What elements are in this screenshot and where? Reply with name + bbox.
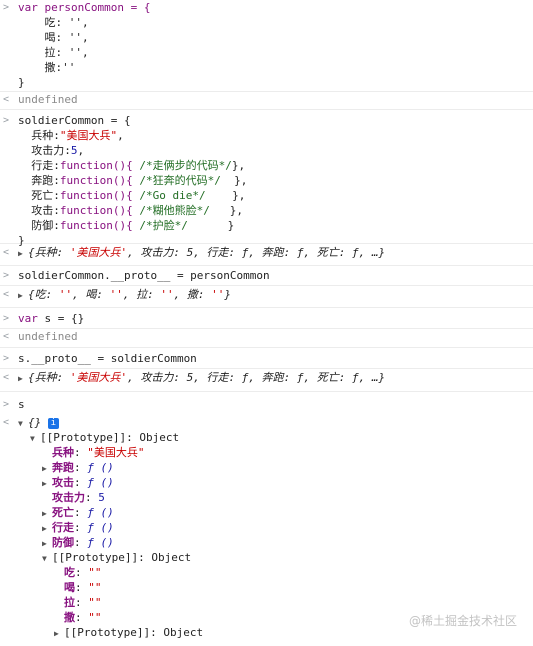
console-entry-var-s: > var s = {} [0,308,533,329]
code-line: 攻击:function(){ /*糊他熊脸*/ }, [18,204,243,217]
code-line: var personCommon = { [18,1,151,14]
code-line: 撒:'' [18,61,76,74]
info-icon[interactable]: i [47,417,59,429]
output-prompt-icon: < [3,289,10,300]
prototype-label[interactable]: [[Prototype]]: Object [64,626,203,639]
tree-prop[interactable]: 吃: "" [0,565,533,580]
console-entry-soldier-common: > soldierCommon = { 兵种:"美国大兵", 攻击力:5, 行走:… [0,110,533,247]
collapse-arrow-icon[interactable]: ▼ [30,431,40,446]
code-line: } [18,76,25,89]
code-line: 攻击力:5, [18,144,85,157]
tree-node-inner-prototype[interactable]: ▼ [[Prototype]]: Object [0,550,533,565]
console-result-undefined: < undefined [0,92,533,110]
code-line: soldierCommon = { [18,114,131,127]
tree-prop[interactable]: 兵种: "美国大兵" [0,445,533,460]
tree-prop[interactable]: 攻击力: 5 [0,490,533,505]
input-prompt-icon: > [3,270,10,281]
expand-arrow-icon[interactable]: ▶ [54,626,64,641]
tree-prop[interactable]: ▶ 奔跑: ƒ () [0,460,533,475]
tree-prop[interactable]: ▶ 防御: ƒ () [0,535,533,550]
expand-arrow-icon[interactable]: ▶ [42,476,52,491]
object-tree-root[interactable]: < ▼{} i [0,415,533,430]
result-preview[interactable]: {吃: '', 喝: '', 拉: '', 撒: ''} [28,288,231,301]
console-entry-proto-assign: > soldierCommon.__proto__ = personCommon [0,266,533,286]
prototype-label[interactable]: [[Prototype]]: Object [40,431,179,444]
console-entry-person-common: > var personCommon = { 吃: '', 喝: '', 拉: '… [0,0,533,92]
code-line: 防御:function(){ /*护脸*/ } [18,219,235,232]
code-line: s.__proto__ = soldierCommon [18,352,197,365]
collapse-arrow-icon[interactable]: ▼ [42,551,52,566]
expand-arrow-icon[interactable]: ▶ [18,288,28,303]
console-result-object[interactable]: < ▶ {吃: '', 喝: '', 拉: '', 撒: ''} [0,286,533,308]
tree-prop[interactable]: ▶ 行走: ƒ () [0,520,533,535]
output-prompt-icon: < [3,247,10,258]
tree-prop[interactable]: ▶ 攻击: ƒ () [0,475,533,490]
console-result-undefined: < undefined [0,329,533,348]
expand-arrow-icon[interactable]: ▶ [42,536,52,551]
code-line: 死亡:function(){ /*Go die*/ }, [18,189,246,202]
result-preview[interactable]: {兵种: '美国大兵', 攻击力: 5, 行走: ƒ, 奔跑: ƒ, 死亡: ƒ… [28,246,385,259]
code-line: 兵种:"美国大兵", [18,129,124,142]
code-line: 喝: '', [18,31,89,44]
tree-prop[interactable]: 拉: "" [0,595,533,610]
output-prompt-icon: < [3,94,10,105]
input-prompt-icon: > [3,399,10,410]
input-prompt-icon: > [3,353,10,364]
console-entry-s: > s < ▼{} i ▼ [[Prototype]]: Object 兵种: "美国… [0,392,533,640]
console-result-object[interactable]: < ▶ {兵种: '美国大兵', 攻击力: 5, 行走: ƒ, 奔跑: ƒ, 死亡:… [0,369,533,392]
code-line: 行走:function(){ /*走俩步的代码*/}, [18,159,246,172]
tree-prop[interactable]: 喝: "" [0,580,533,595]
tree-node-prototype[interactable]: ▼ [[Prototype]]: Object [0,430,533,445]
tree-prop[interactable]: ▶ 死亡: ƒ () [0,505,533,520]
expand-arrow-icon[interactable]: ▶ [42,506,52,521]
watermark: @稀土掘金技术社区 [408,614,517,628]
console-result-object[interactable]: < ▶ {兵种: '美国大兵', 攻击力: 5, 行走: ƒ, 奔跑: ƒ, 死亡:… [0,244,533,266]
expand-arrow-icon[interactable]: ▶ [42,461,52,476]
code-line: soldierCommon.__proto__ = personCommon [18,269,270,282]
devtools-console: > var personCommon = { 吃: '', 喝: '', 拉: '… [0,0,533,646]
input-prompt-icon: > [3,2,10,13]
code-line: 拉: '', [18,46,89,59]
output-prompt-icon: < [3,417,10,428]
code-line: 奔跑:function(){ /*狂奔的代码*/ }, [18,174,248,187]
prototype-label[interactable]: [[Prototype]]: Object [52,551,191,564]
collapse-arrow-icon[interactable]: ▼ [18,416,28,431]
object-literal[interactable]: {} [28,416,41,429]
expand-arrow-icon[interactable]: ▶ [42,521,52,536]
input-prompt-icon: > [3,313,10,324]
input-prompt-icon: > [3,115,10,126]
output-prompt-icon: < [3,331,10,342]
expand-arrow-icon[interactable]: ▶ [18,246,28,261]
expand-arrow-icon[interactable]: ▶ [18,371,28,386]
output-prompt-icon: < [3,372,10,383]
code-line: 吃: '', [18,16,89,29]
console-entry-s-proto: > s.__proto__ = soldierCommon [0,348,533,369]
result-preview[interactable]: {兵种: '美国大兵', 攻击力: 5, 行走: ƒ, 奔跑: ƒ, 死亡: ƒ… [28,371,385,384]
